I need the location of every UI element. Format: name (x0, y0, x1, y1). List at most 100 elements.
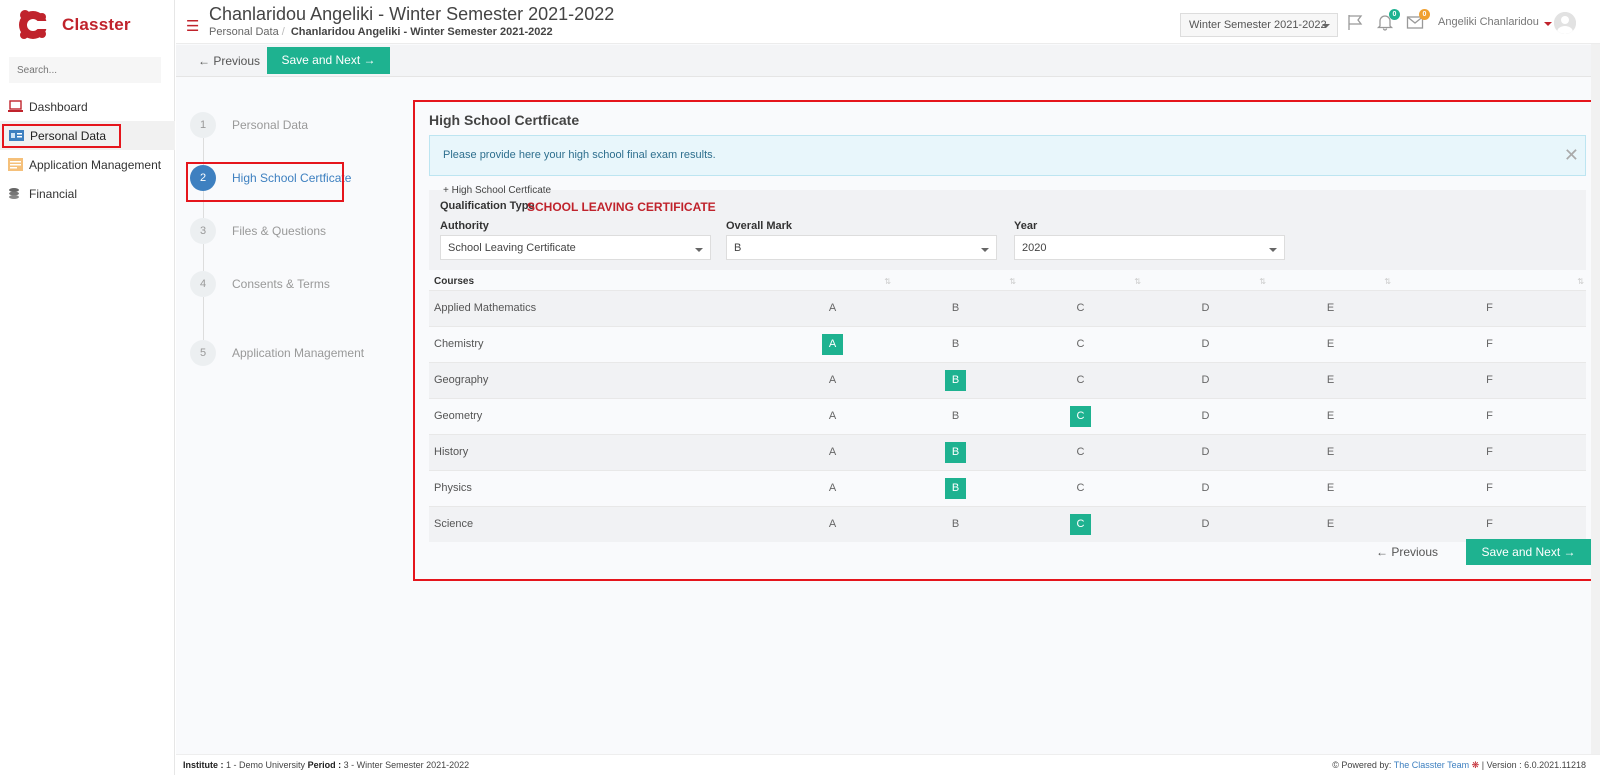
sort-icon[interactable]: ⇅ (772, 274, 893, 290)
grade-cell: D (1143, 325, 1268, 362)
grade-option-a[interactable]: A (822, 370, 843, 391)
grade-option-e[interactable]: E (1320, 514, 1341, 535)
id-card-icon (9, 130, 24, 141)
grade-option-f[interactable]: F (1479, 478, 1500, 499)
powered-by-label: Powered by: (1341, 760, 1392, 770)
grade-option-b[interactable]: B (945, 406, 966, 427)
grade-option-d[interactable]: D (1195, 406, 1216, 427)
sort-icon[interactable]: ⇅ (1268, 274, 1393, 290)
grade-option-f[interactable]: F (1479, 370, 1500, 391)
grade-option-f[interactable]: F (1479, 514, 1500, 535)
previous-button[interactable]: ← Previous (198, 54, 260, 68)
grade-option-a[interactable]: A (822, 442, 843, 463)
grade-option-e[interactable]: E (1320, 406, 1341, 427)
sort-icon[interactable]: ⇅ (1018, 274, 1143, 290)
step-files-questions[interactable]: 3 Files & Questions (190, 218, 326, 244)
sort-icon[interactable]: ⇅ (1393, 274, 1586, 290)
grade-option-d[interactable]: D (1195, 478, 1216, 499)
grade-option-e[interactable]: E (1320, 442, 1341, 463)
grade-option-f[interactable]: F (1479, 298, 1500, 319)
authority-select[interactable]: School Leaving Certificate (440, 235, 711, 260)
year-select[interactable]: 2020 (1014, 235, 1285, 260)
grade-option-a[interactable]: A (822, 478, 843, 499)
grade-option-a[interactable]: A (822, 298, 843, 319)
courses-column-header[interactable]: Courses (429, 274, 772, 290)
grade-option-c[interactable]: C (1070, 442, 1091, 463)
table-header-row: Courses ⇅ ⇅ ⇅ ⇅ ⇅ ⇅ (429, 274, 1586, 290)
add-certificate-link[interactable]: + High School Certficate (443, 185, 551, 196)
grade-option-e[interactable]: E (1320, 298, 1341, 319)
year-value: 2020 (1022, 242, 1047, 254)
grade-option-b[interactable]: B (945, 441, 966, 463)
grade-cell: B (893, 325, 1018, 362)
close-icon[interactable]: ✕ (1564, 146, 1579, 164)
save-and-next-button-bottom[interactable]: Save and Next → (1466, 539, 1591, 565)
grade-option-f[interactable]: F (1479, 334, 1500, 355)
breadcrumb: Personal Data / Chanlaridou Angeliki - Wi… (209, 26, 553, 38)
messages-button[interactable]: 0 (1406, 9, 1430, 31)
grade-option-d[interactable]: D (1195, 334, 1216, 355)
grade-option-f[interactable]: F (1479, 442, 1500, 463)
step-personal-data[interactable]: 1 Personal Data (190, 112, 308, 138)
sort-icon[interactable]: ⇅ (1143, 274, 1268, 290)
sidebar-search-input[interactable] (9, 57, 161, 83)
grade-option-a[interactable]: A (822, 333, 843, 355)
grade-option-a[interactable]: A (822, 406, 843, 427)
table-row: Geometry A B C D E F (429, 397, 1586, 434)
sidebar-item-dashboard[interactable]: Dashboard (0, 92, 175, 121)
avatar[interactable] (1554, 12, 1576, 34)
flag-icon[interactable] (1346, 13, 1364, 31)
grade-option-e[interactable]: E (1320, 478, 1341, 499)
semester-select[interactable]: Winter Semester 2021-2022 (1180, 13, 1338, 37)
grade-option-c[interactable]: C (1070, 513, 1091, 535)
step-consents-terms[interactable]: 4 Consents & Terms (190, 271, 330, 297)
overall-mark-select[interactable]: B (726, 235, 997, 260)
grade-option-f[interactable]: F (1479, 406, 1500, 427)
grade-option-e[interactable]: E (1320, 370, 1341, 391)
grade-option-b[interactable]: B (945, 369, 966, 391)
semester-select-value: Winter Semester 2021-2022 (1189, 19, 1327, 31)
sidebar-item-personal-data[interactable]: Personal Data (0, 121, 175, 150)
previous-button-bottom[interactable]: ← Previous (1376, 545, 1438, 559)
save-and-next-button[interactable]: Save and Next → (267, 47, 390, 74)
caret-down-icon[interactable] (1544, 22, 1552, 26)
grade-option-c[interactable]: C (1070, 370, 1091, 391)
notifications-button[interactable]: 0 (1376, 9, 1400, 31)
grade-cell: D (1143, 397, 1268, 434)
sidebar-item-financial[interactable]: Financial (0, 179, 175, 208)
classter-team-link[interactable]: The Classter Team (1394, 760, 1469, 770)
sort-icon[interactable]: ⇅ (893, 274, 1018, 290)
course-name: History (429, 433, 772, 470)
sidebar-item-label: Application Management (29, 157, 162, 172)
grade-option-c[interactable]: C (1070, 298, 1091, 319)
grade-option-b[interactable]: B (945, 514, 966, 535)
grade-option-b[interactable]: B (945, 298, 966, 319)
grade-option-d[interactable]: D (1195, 298, 1216, 319)
grade-option-d[interactable]: D (1195, 442, 1216, 463)
step-application-management[interactable]: 5 Application Management (190, 340, 364, 366)
grade-option-c[interactable]: C (1070, 478, 1091, 499)
grade-cell: A (772, 397, 893, 434)
grade-cell: C (1018, 433, 1143, 470)
user-menu[interactable]: Angeliki Chanlaridou (1438, 16, 1539, 28)
grade-option-a[interactable]: A (822, 514, 843, 535)
scrollbar[interactable] (1591, 44, 1600, 754)
sidebar-item-application-management[interactable]: Application Management (0, 150, 175, 179)
laptop-icon (8, 100, 23, 112)
grade-cell: C (1018, 397, 1143, 434)
breadcrumb-item-personal-data[interactable]: Personal Data (209, 26, 279, 38)
alert-text: Please provide here your high school fin… (443, 149, 716, 161)
period-value: 3 - Winter Semester 2021-2022 (343, 760, 470, 770)
panel-title: High School Certficate (429, 112, 580, 128)
grade-option-b[interactable]: B (945, 334, 966, 355)
grade-option-c[interactable]: C (1070, 334, 1091, 355)
grade-option-d[interactable]: D (1195, 370, 1216, 391)
grade-option-b[interactable]: B (945, 477, 966, 499)
logo[interactable]: Classter (16, 8, 131, 42)
grade-option-c[interactable]: C (1070, 405, 1091, 427)
grade-option-e[interactable]: E (1320, 334, 1341, 355)
grade-cell: F (1393, 505, 1586, 542)
menu-toggle-icon[interactable]: ☰ (186, 19, 199, 34)
grade-cell: F (1393, 397, 1586, 434)
grade-option-d[interactable]: D (1195, 514, 1216, 535)
